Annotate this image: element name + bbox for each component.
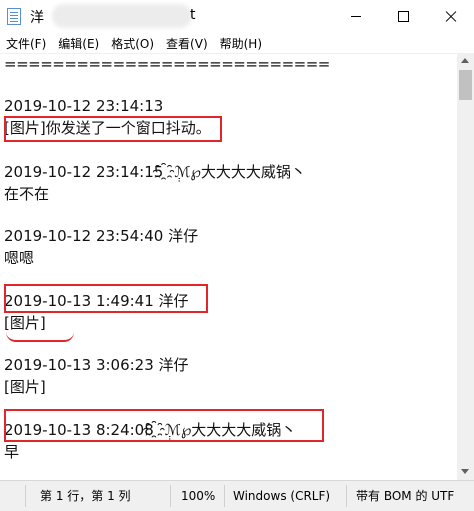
window-title-prefix: 洋	[30, 10, 44, 26]
menu-bar: 文件(F) 编辑(E) 格式(O) 查看(V) 帮助(H)	[0, 33, 474, 53]
text-line: 2019-10-12 23:14:15 ҈݄ℳ℘大大大大威锅丶	[4, 163, 306, 181]
title-bar: 洋 t	[0, 0, 474, 33]
scroll-up-icon[interactable]	[461, 58, 469, 63]
status-divider	[346, 485, 347, 507]
highlight-box	[4, 116, 222, 142]
line-ending: Windows (CRLF)	[233, 489, 331, 503]
notepad-icon	[7, 8, 21, 25]
zoom-level: 100%	[181, 489, 216, 503]
highlight-box	[4, 409, 324, 442]
minimize-button[interactable]	[333, 0, 379, 33]
maximize-icon	[397, 11, 409, 22]
menu-view[interactable]: 查看(V)	[160, 35, 214, 52]
text-line: 2019-10-12 23:14:13	[4, 97, 164, 115]
encoding: 带有 BOM 的 UTF	[356, 489, 455, 503]
close-button[interactable]	[428, 0, 474, 33]
highlight-underline	[6, 332, 74, 342]
status-divider	[25, 485, 26, 507]
status-divider	[224, 485, 225, 507]
menu-edit[interactable]: 编辑(E)	[52, 35, 105, 52]
text-line: 在不在	[4, 185, 50, 203]
minimize-icon	[351, 16, 361, 17]
close-icon	[445, 11, 457, 23]
status-divider	[170, 485, 171, 507]
highlight-box	[4, 284, 208, 313]
maximize-button[interactable]	[380, 0, 426, 33]
text-line: [图片]	[4, 378, 46, 396]
text-line: 2019-10-13 3:06:23 洋仔	[4, 356, 189, 374]
scroll-down-icon[interactable]	[461, 469, 469, 474]
vertical-scrollbar[interactable]	[457, 53, 474, 480]
text-line: 嗯嗯	[4, 249, 35, 267]
text-line: 早	[4, 443, 20, 461]
text-editor[interactable]: =========================== 2019-10-12 2…	[0, 53, 457, 481]
scroll-thumb[interactable]	[459, 70, 472, 100]
text-line: [图片]	[4, 314, 46, 332]
cursor-position: 第 1 行，第 1 列	[40, 489, 131, 503]
separator-line: ===========================	[4, 55, 330, 73]
text-line: 2019-10-12 23:54:40 洋仔	[4, 227, 199, 245]
title-redaction	[52, 4, 192, 28]
menu-help[interactable]: 帮助(H)	[214, 35, 268, 52]
menu-format[interactable]: 格式(O)	[105, 35, 160, 52]
status-bar: 第 1 行，第 1 列 100% Windows (CRLF) 带有 BOM 的…	[0, 480, 474, 511]
menu-file[interactable]: 文件(F)	[0, 35, 52, 52]
window-title-suffix: t	[190, 7, 196, 23]
